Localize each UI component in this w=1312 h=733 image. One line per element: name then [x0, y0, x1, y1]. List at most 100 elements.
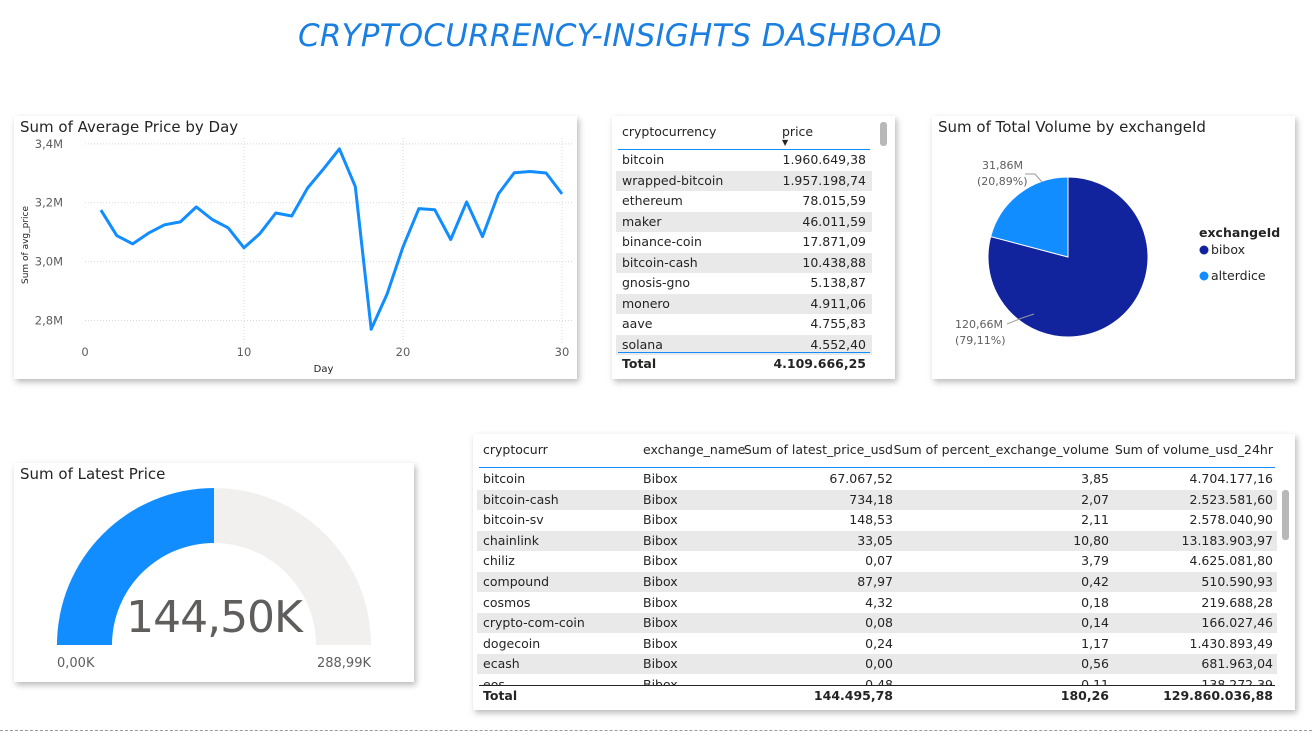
line-data-point[interactable] — [496, 191, 501, 196]
line-data-point[interactable] — [480, 234, 485, 239]
line-data-point[interactable] — [512, 170, 517, 175]
line-data-point[interactable] — [210, 217, 215, 222]
line-data-point[interactable] — [353, 184, 358, 189]
line-data-point[interactable] — [178, 219, 183, 224]
cell-cryptocurrency: ethereum — [622, 193, 683, 208]
line-data-point[interactable] — [528, 169, 533, 174]
exchange-table-row[interactable]: bitcoin-cash Bibox 734,18 2,07 2.523.581,60 — [477, 489, 1277, 510]
cell-exchange-name: Bibox — [643, 635, 678, 651]
cell-volume-24hr: 4.625.081,80 — [1189, 553, 1274, 569]
line-data-point[interactable] — [226, 225, 231, 230]
line-data-point[interactable] — [289, 213, 294, 218]
cell-exchange-name: Bibox — [643, 656, 678, 672]
line-data-point[interactable] — [560, 191, 565, 196]
cell-cryptocurr: bitcoin-cash — [483, 491, 559, 507]
cell-exchange-name: Bibox — [643, 512, 678, 528]
line-data-point[interactable] — [544, 171, 549, 176]
pie-legend-title: exchangeId — [1199, 225, 1280, 240]
cell-percent-volume: 0,14 — [1081, 615, 1109, 631]
line-chart-card[interactable]: Sum of Average Price by Day 2,8M 3,0M 3,2M… — [14, 116, 577, 379]
legend-marker-bibox[interactable] — [1199, 245, 1209, 255]
line-data-point[interactable] — [321, 166, 326, 171]
pie-leader-line — [1025, 173, 1043, 183]
price-table-row[interactable]: wrapped-bitcoin 1.957.198,74 — [616, 170, 872, 191]
exchange-table-row[interactable]: compound Bibox 87,97 0,42 510.590,93 — [477, 572, 1277, 592]
line-data-point[interactable] — [98, 208, 103, 213]
exchange-table-row[interactable]: bitcoin Bibox 67.067,52 3,85 4.704.177,16 — [477, 469, 1277, 489]
x-tick-label: 10 — [237, 345, 252, 359]
gauge-value: 144,50K — [126, 592, 304, 643]
cell-price: 4.755,83 — [810, 316, 866, 331]
cell-percent-volume: 0,56 — [1081, 656, 1109, 672]
price-table-total-row: Total 4.109.666,25 — [616, 354, 872, 374]
legend-item-alterdice[interactable]: alterdice — [1211, 268, 1266, 283]
price-table-row[interactable]: maker 46.011,59 — [616, 211, 872, 232]
sort-desc-icon[interactable]: ▼ — [782, 139, 788, 147]
exchange-table-row[interactable]: ecash Bibox 0,00 0,56 681.963,04 — [477, 654, 1277, 675]
price-table-row[interactable]: binance-coin 17.871,09 — [616, 232, 872, 252]
line-data-point[interactable] — [448, 237, 453, 242]
cell-cryptocurrency: wrapped-bitcoin — [622, 172, 724, 188]
exchange-table-row[interactable]: chiliz Bibox 0,07 3,79 4.625.081,80 — [477, 551, 1277, 571]
line-data-point[interactable] — [114, 233, 119, 238]
avg-price-series-line[interactable] — [99, 147, 564, 331]
exchange-table-row[interactable]: bitcoin-sv Bibox 148,53 2,11 2.578.040,90 — [477, 510, 1277, 530]
pie-label-value: 31,86M — [982, 159, 1023, 172]
line-data-point[interactable] — [257, 231, 262, 236]
price-table-row[interactable]: ethereum 78.015,59 — [616, 191, 872, 211]
cell-percent-volume: 3,79 — [1081, 553, 1109, 569]
legend-item-bibox[interactable]: bibox — [1211, 242, 1245, 257]
legend-marker-alterdice[interactable] — [1199, 271, 1209, 281]
exchange-table-card[interactable]: cryptocurr exchange_name Sum of latest_p… — [473, 434, 1295, 710]
cell-exchange-name: Bibox — [643, 491, 678, 507]
line-data-point[interactable] — [337, 146, 342, 151]
cell-volume-24hr: 2.523.581,60 — [1189, 491, 1274, 507]
price-table-card[interactable]: cryptocurrency price ▼ bitcoin 1.960.649,… — [612, 116, 895, 379]
cell-price: 4.911,06 — [810, 295, 866, 311]
exchange-table-row[interactable]: crypto-com-coin Bibox 0,08 0,14 166.027,46 — [477, 613, 1277, 634]
cell-cryptocurrency: binance-coin — [622, 234, 702, 249]
price-table-row[interactable]: bitcoin 1.960.649,38 — [616, 150, 872, 170]
pie-chart: 120,66M (79,11%) 31,86M (20,89%) exchangeId b… — [955, 159, 1280, 347]
price-table-row[interactable]: bitcoin-cash 10.438,88 — [616, 252, 872, 273]
line-data-point[interactable] — [194, 204, 199, 209]
cell-exchange-name: Bibox — [643, 615, 678, 631]
x-tick-label: 0 — [81, 345, 88, 359]
line-data-point[interactable] — [464, 199, 469, 204]
line-data-point[interactable] — [432, 207, 437, 212]
exchange-table-row[interactable]: chainlink Bibox 33,05 10,80 13.183.903,97 — [477, 530, 1277, 551]
cell-price: 1.957.198,74 — [782, 172, 867, 188]
price-table-row[interactable]: monero 4.911,06 — [616, 293, 872, 314]
cell-latest-price: 0,24 — [865, 635, 893, 651]
cell-volume-24hr: 13.183.903,97 — [1181, 532, 1273, 548]
price-table-row[interactable]: aave 4.755,83 — [616, 314, 872, 334]
price-table-row[interactable]: gnosis-gno 5.138,87 — [616, 273, 872, 293]
line-data-point[interactable] — [130, 241, 135, 246]
exchange-table-row[interactable]: dogecoin Bibox 0,24 1,17 1.430.893,49 — [477, 634, 1277, 654]
line-data-point[interactable] — [146, 231, 151, 236]
exchange-table: cryptocurr exchange_name Sum of latest_p… — [477, 434, 1277, 710]
price-table-scrollbar[interactable] — [880, 122, 887, 146]
line-data-point[interactable] — [416, 206, 421, 211]
exchange-table-scrollbar[interactable] — [1282, 490, 1289, 540]
cell-cryptocurr: dogecoin — [483, 635, 541, 651]
y-tick-label: 2,8M — [35, 313, 63, 327]
line-data-point[interactable] — [273, 211, 278, 216]
line-data-point[interactable] — [385, 291, 390, 296]
line-data-point[interactable] — [401, 244, 406, 249]
cell-exchange-name: Bibox — [643, 471, 678, 486]
line-data-point[interactable] — [242, 245, 247, 250]
cell-latest-price: 0,00 — [865, 656, 893, 672]
cell-price: 78.015,59 — [802, 193, 866, 208]
exchange-table-total-row: Total 144.495,78 180,26 129.860.036,88 — [477, 686, 1277, 706]
header-cryptocurrency[interactable]: cryptocurrency — [622, 122, 716, 142]
exchange-table-row[interactable]: cosmos Bibox 4,32 0,18 219.688,28 — [477, 593, 1277, 613]
line-data-point[interactable] — [305, 186, 310, 191]
cell-cryptocurr: ecash — [483, 656, 520, 672]
cell-latest-price: 87,97 — [857, 574, 893, 589]
pie-chart-card[interactable]: Sum of Total Volume by exchangeId 120,66… — [932, 116, 1295, 379]
line-data-point[interactable] — [369, 327, 374, 332]
line-data-point[interactable] — [162, 222, 167, 227]
gauge-card[interactable]: Sum of Latest Price 144,50K 0,00K 288,99K — [14, 463, 414, 682]
cell-volume-24hr: 510.590,93 — [1201, 574, 1273, 589]
